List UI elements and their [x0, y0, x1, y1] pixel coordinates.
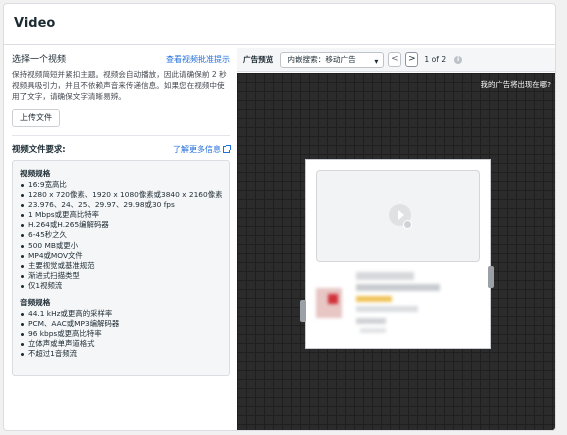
upload-section: 选择一个视频 查看视频批准提示 保持视频简短并紧扣主题。视频会自动播放，因此请确… [12, 52, 231, 376]
info-icon[interactable]: i [454, 55, 463, 64]
external-link-icon [223, 145, 231, 153]
blurred-text-1 [356, 306, 418, 312]
prev-button[interactable]: < [388, 52, 402, 67]
where-ad-appears-link[interactable]: 我的广告将出现在哪? [481, 79, 551, 90]
preview-toolbar: 广告预览 内嵌搜索：移动广告 ▾ < > 1 of 2 i [237, 48, 555, 72]
loop-icon [403, 220, 412, 229]
list-item: 500 MB或更小 [19, 241, 223, 251]
blurred-logo-accent [328, 294, 338, 304]
list-item: 1 Mbps或更高比特率 [19, 210, 223, 220]
list-item: 44.1 kHz或更高的采样率 [19, 309, 223, 319]
video-placeholder [316, 170, 480, 262]
page-title: Video [14, 16, 56, 31]
blurred-title [356, 272, 414, 280]
audio-specs-heading: 音频规格 [20, 298, 51, 308]
ad-mockup [300, 159, 494, 349]
list-item: 1280 x 720像素、1920 x 1080像素或3840 x 2160像素 [19, 190, 223, 200]
list-item: PCM、AAC或MP3编解码器 [19, 319, 223, 329]
video-card-panel: Video 选择一个视频 查看视频批准提示 保持视频简短并紧扣主题。视频会自动播… [3, 3, 556, 431]
upload-heading: 选择一个视频 [12, 55, 67, 65]
learn-more-link[interactable]: 了解更多信息 [173, 144, 231, 155]
carousel-left-handle [300, 300, 306, 322]
blurred-title-2 [356, 284, 440, 291]
video-specs-heading: 视频规格 [20, 169, 51, 178]
blurred-text-2 [356, 318, 386, 324]
list-item: 主要视觉或基准规范 [19, 261, 223, 271]
video-specs-list: 16:9宽高比 1280 x 720像素、1920 x 1080像素或3840 … [19, 180, 223, 291]
list-item: 仅1视频流 [19, 281, 223, 291]
upload-file-button[interactable]: 上传文件 [12, 109, 60, 127]
list-item: 23.976、24、25、29.97、29.98或30 fps [19, 200, 223, 210]
requirements-heading: 视频文件要求: [12, 144, 66, 154]
placement-select-value: 内嵌搜索：移动广告 [287, 54, 356, 64]
pager-text: 1 of 2 [424, 55, 447, 64]
blurred-rating [356, 296, 392, 302]
specs-box: 视频规格 16:9宽高比 1280 x 720像素、1920 x 1080像素或… [12, 160, 230, 376]
list-item: 96 kbps或更高比特率 [19, 329, 223, 339]
ad-preview-pane: 广告预览 内嵌搜索：移动广告 ▾ < > 1 of 2 i 我的广告将出现在哪? [237, 48, 555, 430]
divider [12, 135, 230, 136]
upload-description: 保持视频简短并紧扣主题。视频会自动播放，因此请确保前 2 秒视频具吸引力，并且不… [12, 70, 227, 101]
audio-specs-list: 44.1 kHz或更高的采样率 PCM、AAC或MP3编解码器 96 kbps或… [19, 309, 223, 359]
list-item: MP4或MOV文件 [19, 251, 223, 261]
list-item: H.264或H.265编解码器 [19, 220, 223, 230]
approval-tips-link[interactable]: 查看视频批准提示 [166, 54, 230, 65]
next-button[interactable]: > [405, 52, 419, 67]
blurred-text-3 [360, 328, 386, 333]
list-item: 不超过1音频流 [19, 349, 223, 359]
divider [4, 44, 555, 45]
carousel-right-handle [488, 266, 494, 288]
list-item: 6-45秒之久 [19, 230, 223, 240]
list-item: 渐进式扫描类型 [19, 271, 223, 281]
list-item: 16:9宽高比 [19, 180, 223, 190]
ad-preview-label: 广告预览 [243, 55, 274, 64]
list-item: 立体声或单声道格式 [19, 339, 223, 349]
preview-canvas: 我的广告将出现在哪? [237, 73, 555, 430]
placement-select[interactable]: 内嵌搜索：移动广告 ▾ [280, 51, 385, 68]
chevron-down-icon: ▾ [374, 56, 379, 66]
